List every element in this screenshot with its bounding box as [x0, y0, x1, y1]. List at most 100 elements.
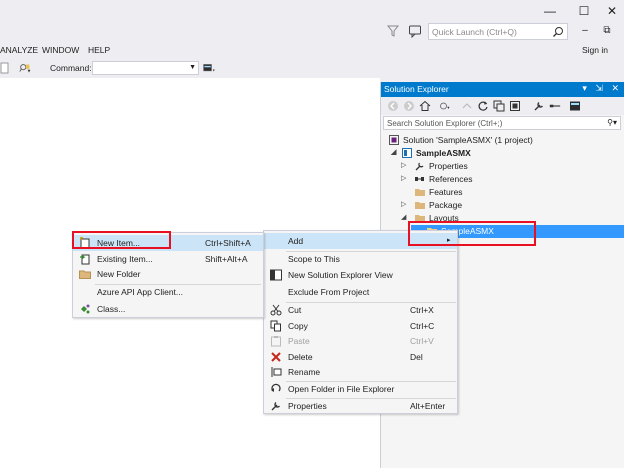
menu-bar: ANALYZE WINDOW HELP: [0, 44, 624, 58]
filter-icon[interactable]: [386, 24, 400, 38]
search-icon: [553, 27, 563, 37]
toolbar-page-icon[interactable]: [0, 62, 14, 74]
class-icon: [81, 304, 90, 314]
panel-window-controls[interactable]: ▾ ⇲ ✕: [582, 83, 622, 94]
svg-text:▾: ▾: [28, 68, 31, 74]
tree-item-solution[interactable]: Solution 'SampleASMX' (1 project): [389, 134, 619, 147]
chevron-down-icon[interactable]: ▼: [189, 64, 196, 71]
solution-explorer-header: Solution Explorer ▾ ⇲ ✕: [381, 82, 624, 97]
title-bar: — ☐ ✕ Quick Launch (Ctrl+Q) – ⧉: [0, 0, 624, 44]
pending-changes-icon[interactable]: ▾: [439, 100, 451, 112]
sign-in-link[interactable]: Sign in: [582, 45, 608, 55]
expanded-arrow-icon[interactable]: ◢: [391, 148, 396, 156]
tree-item-package[interactable]: ▷ Package: [401, 199, 619, 212]
menu-item-label: Add: [288, 236, 304, 246]
collapsed-arrow-icon[interactable]: ▷: [401, 200, 406, 208]
folder-icon: [415, 202, 425, 209]
menu-item-properties[interactable]: Properties Alt+Enter: [264, 398, 457, 414]
tree-label: SampleASMX: [416, 148, 471, 158]
show-all-files-icon[interactable]: [509, 100, 521, 112]
menu-help[interactable]: HELP: [88, 45, 110, 55]
scissors-icon: [270, 304, 282, 316]
expanded-arrow-icon[interactable]: ◢: [401, 213, 406, 221]
open-folder-arrow-icon: [271, 383, 281, 392]
forward-icon[interactable]: [403, 100, 415, 112]
menu-item-label: New Folder: [97, 269, 141, 279]
sync-icon[interactable]: [461, 100, 473, 112]
quick-launch-placeholder: Quick Launch (Ctrl+Q): [432, 27, 517, 37]
menu-window[interactable]: WINDOW: [42, 45, 79, 55]
search-icon: ⚲▾: [607, 118, 617, 127]
immediate-window-icon[interactable]: ▾: [203, 62, 217, 74]
menu-item-azure-api-client[interactable]: Azure API App Client...: [73, 284, 263, 300]
view-code-icon[interactable]: [569, 100, 581, 112]
menu-item-rename[interactable]: Rename: [264, 364, 457, 380]
solution-icon: [389, 135, 399, 145]
preview-icon[interactable]: [549, 100, 561, 112]
menu-item-delete[interactable]: Delete Del: [264, 349, 457, 365]
menu-item-new-view[interactable]: New Solution Explorer View: [264, 267, 457, 283]
menu-item-cut[interactable]: Cut Ctrl+X: [264, 302, 457, 318]
new-view-icon: [270, 269, 282, 281]
menu-shortcut: Alt+Enter: [410, 401, 446, 411]
solution-explorer-title: Solution Explorer: [384, 84, 449, 94]
minimize-button[interactable]: —: [536, 2, 564, 20]
delete-x-icon: [271, 352, 281, 362]
document-minimize-icon[interactable]: –: [578, 25, 592, 37]
command-label: Command:: [50, 63, 92, 73]
menu-item-scope-to-this[interactable]: Scope to This: [264, 251, 457, 267]
svg-text:▾: ▾: [213, 68, 215, 73]
copy-icon: [270, 320, 281, 332]
annotation-highlight-selected-folder: [408, 221, 536, 246]
menu-item-open-folder[interactable]: Open Folder in File Explorer: [264, 381, 457, 397]
collapsed-arrow-icon[interactable]: ▷: [401, 161, 406, 169]
tree-item-references[interactable]: ▷ References: [401, 173, 619, 186]
collapse-all-icon[interactable]: [493, 100, 505, 112]
tree-label: Solution 'SampleASMX' (1 project): [403, 135, 533, 145]
solution-explorer-search[interactable]: Search Solution Explorer (Ctrl+;) ⚲▾: [383, 116, 621, 130]
context-menu: Add ▸ Scope to This New Solution Explore…: [263, 230, 458, 414]
feedback-icon[interactable]: [408, 24, 422, 38]
menu-item-label: Exclude From Project: [288, 287, 370, 297]
home-icon[interactable]: [419, 100, 431, 112]
tree-item-project[interactable]: ◢ SampleASMX: [389, 147, 619, 160]
close-button[interactable]: ✕: [598, 2, 624, 20]
menu-item-label: Azure API App Client...: [97, 287, 183, 297]
maximize-button[interactable]: ☐: [570, 2, 598, 20]
command-input[interactable]: ▼: [92, 61, 199, 75]
menu-shortcut: Ctrl+X: [410, 305, 434, 315]
menu-item-exclude[interactable]: Exclude From Project: [264, 284, 457, 300]
folder-icon: [415, 189, 425, 196]
menu-item-paste: Paste Ctrl+V: [264, 333, 457, 349]
tree-item-features[interactable]: Features: [401, 186, 619, 199]
menu-item-label: Paste: [288, 336, 310, 346]
project-icon: [402, 148, 412, 158]
annotation-highlight-new-item: [72, 231, 171, 249]
menu-item-copy[interactable]: Copy Ctrl+C: [264, 318, 457, 334]
find-in-files-icon[interactable]: ▾: [18, 62, 32, 74]
tree-item-properties[interactable]: ▷ Properties: [401, 160, 619, 173]
tree-label: Properties: [429, 161, 468, 171]
menu-analyze[interactable]: ANALYZE: [0, 45, 38, 55]
document-restore-button[interactable]: ⧉: [600, 25, 614, 37]
existing-item-icon: [80, 254, 90, 265]
quick-launch-input[interactable]: Quick Launch (Ctrl+Q): [428, 23, 568, 40]
collapsed-arrow-icon[interactable]: ▷: [401, 174, 406, 182]
menu-item-existing-item[interactable]: Existing Item... Shift+Alt+A: [73, 251, 263, 267]
menu-item-label: Properties: [288, 401, 327, 411]
wrench-icon: [415, 162, 424, 171]
menu-item-label: Existing Item...: [97, 254, 153, 264]
menu-item-new-folder[interactable]: New Folder: [73, 266, 263, 282]
solution-explorer-toolbar: ▾: [381, 97, 624, 115]
wrench-icon: [271, 401, 281, 411]
back-icon[interactable]: [387, 100, 399, 112]
menu-item-class[interactable]: Class...: [73, 301, 263, 317]
rename-icon: [271, 367, 282, 377]
tree-label: Features: [429, 187, 463, 197]
refresh-icon[interactable]: [477, 100, 489, 112]
menu-item-label: Class...: [97, 304, 126, 314]
menu-shortcut: Shift+Alt+A: [205, 254, 248, 264]
properties-wrench-icon[interactable]: [533, 100, 545, 112]
tree-label: Package: [429, 200, 463, 210]
se-search-placeholder: Search Solution Explorer (Ctrl+;): [387, 119, 503, 128]
